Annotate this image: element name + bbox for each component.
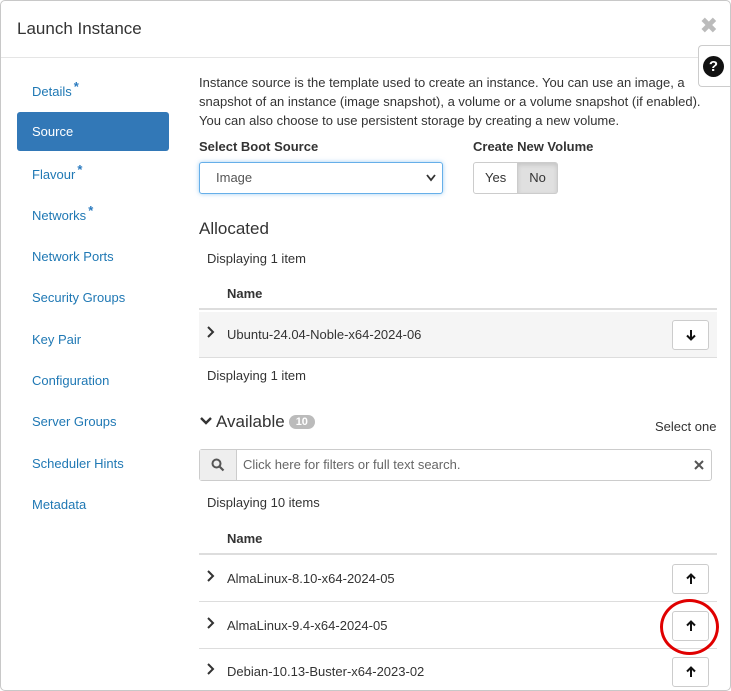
arrow-up-icon [685, 573, 696, 584]
available-title: Available [216, 412, 285, 431]
image-name: Debian-10.13-Buster-x64-2023-02 [227, 664, 425, 679]
sidebar-item-flavour[interactable]: Flavour * [17, 154, 169, 193]
sidebar-item-label: Metadata [32, 496, 87, 512]
sidebar-item-label: Flavour [32, 166, 76, 182]
sidebar-item-label: Details [32, 84, 72, 99]
select-one-hint: Select one [655, 419, 717, 434]
boot-source-select[interactable]: Image [199, 162, 443, 194]
wizard-sidebar: Details * Source Flavour * Networks * Netwo… [17, 71, 169, 525]
search-icon [200, 450, 237, 480]
available-table-header: Name [199, 519, 717, 555]
sidebar-item-scheduler-hints[interactable]: Scheduler Hints [17, 443, 169, 482]
allocated-count-top: Displaying 1 item [207, 251, 306, 266]
create-volume-yes-button[interactable]: Yes [473, 162, 519, 194]
create-volume-no-button[interactable]: No [518, 162, 558, 194]
sidebar-item-metadata[interactable]: Metadata [17, 484, 169, 523]
required-asterisk: * [88, 202, 94, 218]
chevron-down-icon [426, 163, 436, 205]
chevron-right-icon[interactable] [206, 662, 216, 679]
sidebar-item-label: Networks [32, 207, 87, 223]
highlight-annotation-circle [660, 599, 719, 655]
required-asterisk: * [73, 79, 79, 94]
sidebar-item-label: Key Pair [32, 331, 82, 347]
allocated-count-bottom: Displaying 1 item [207, 368, 306, 383]
sidebar-item-label: Network Ports [32, 249, 114, 265]
available-title-group[interactable]: Available 10 [199, 412, 315, 432]
sidebar-item-label: Security Groups [32, 290, 126, 306]
sidebar-item-networks[interactable]: Networks * [17, 195, 169, 234]
deallocate-button[interactable] [672, 320, 709, 350]
column-header-name: Name [227, 286, 263, 301]
create-volume-label: Create New Volume [473, 139, 594, 154]
available-count-badge: 10 [288, 415, 315, 429]
required-asterisk: * [77, 161, 83, 177]
table-row[interactable]: Ubuntu-24.04-Noble-x64-2024-06 [199, 312, 717, 358]
arrow-down-icon [685, 330, 696, 341]
modal-header: Launch Instance ✖ [1, 1, 730, 58]
allocated-table-header: Name [199, 274, 717, 310]
column-header-name: Name [227, 531, 263, 546]
search-input[interactable]: Click here for filters or full text sear… [243, 457, 460, 472]
table-row[interactable]: Debian-10.13-Buster-x64-2023-02 [199, 649, 717, 690]
chevron-right-icon[interactable] [206, 616, 216, 633]
clear-search-icon[interactable] [694, 456, 704, 473]
source-description: Instance source is the template used to … [199, 75, 701, 128]
chevron-right-icon[interactable] [206, 569, 216, 586]
sidebar-item-key-pair[interactable]: Key Pair [17, 319, 169, 358]
launch-instance-modal: Launch Instance ✖ ? Details * Source Flav… [0, 0, 731, 691]
table-row[interactable]: AlmaLinux-8.10-x64-2024-05 [199, 556, 717, 602]
create-volume-toggle: Yes No [473, 162, 558, 194]
sidebar-item-network-ports[interactable]: Network Ports [17, 236, 169, 275]
chevron-right-icon[interactable] [206, 325, 216, 342]
sidebar-item-details[interactable]: Details * [17, 71, 169, 110]
table-row[interactable]: AlmaLinux-9.4-x64-2024-05 [199, 603, 717, 649]
sidebar-item-label: Source [32, 124, 74, 140]
arrow-up-icon [685, 666, 696, 677]
allocate-button[interactable] [672, 564, 709, 594]
filter-search-box[interactable]: Click here for filters or full text sear… [199, 449, 712, 481]
sidebar-item-server-groups[interactable]: Server Groups [17, 401, 169, 440]
boot-source-value: Image [216, 170, 253, 185]
modal-title: Launch Instance [17, 19, 142, 38]
chevron-down-icon [200, 417, 212, 425]
close-icon[interactable]: ✖ [700, 13, 718, 39]
sidebar-item-configuration[interactable]: Configuration [17, 360, 169, 399]
sidebar-item-source[interactable]: Source [17, 112, 169, 152]
image-name: Ubuntu-24.04-Noble-x64-2024-06 [227, 327, 422, 342]
boot-source-label: Select Boot Source [199, 139, 319, 154]
sidebar-item-security-groups[interactable]: Security Groups [17, 277, 169, 316]
allocated-title: Allocated [199, 219, 269, 238]
available-count: Displaying 10 items [207, 495, 320, 510]
image-name: AlmaLinux-8.10-x64-2024-05 [227, 571, 395, 586]
sidebar-item-label: Scheduler Hints [32, 455, 124, 471]
sidebar-item-label: Server Groups [32, 414, 117, 430]
image-name: AlmaLinux-9.4-x64-2024-05 [227, 618, 388, 633]
allocate-button[interactable] [672, 657, 709, 687]
sidebar-item-label: Configuration [32, 373, 110, 389]
